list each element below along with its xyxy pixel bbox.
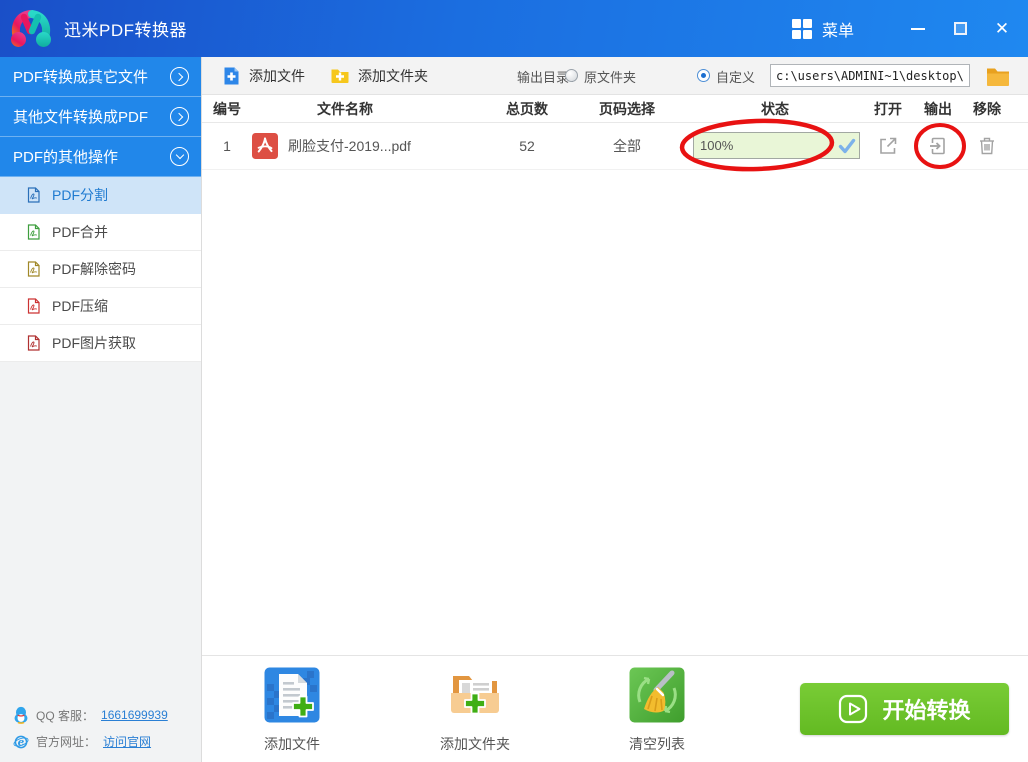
clear-list-label: 清空列表 [629, 736, 685, 752]
chevron-right-icon [170, 107, 189, 126]
sidebar-item-label: PDF压缩 [52, 298, 108, 314]
radio-custom[interactable] [697, 69, 710, 82]
qq-label: QQ 客服： [36, 708, 95, 723]
title-bar: 迅米PDF转换器 菜单 ✕ [0, 0, 1028, 57]
titlebar-controls: 菜单 ✕ [791, 0, 1028, 57]
progress-bar: 100% [693, 132, 860, 159]
chevron-right-icon [170, 67, 189, 86]
col-header-output: 输出 [924, 100, 952, 117]
menu-button[interactable]: 菜单 [791, 17, 854, 41]
qq-link[interactable]: 1661699939 [101, 708, 168, 722]
sidebar-group-label: PDF的其他操作 [13, 149, 119, 166]
col-header-page-select: 页码选择 [599, 100, 655, 117]
chevron-down-icon [170, 147, 189, 166]
bottom-bar: 添加文件 添加文件夹 清空列表 开始转换 [202, 655, 1028, 762]
main-panel: 添加文件 添加文件夹 输出目录： 原文件夹 自定义 编号 文件 [202, 57, 1028, 762]
sidebar-item-pdf-extract-images[interactable]: PDF图片获取 [0, 325, 201, 362]
sidebar-footer: QQ 客服： 1661699939 e 官方网址： 访问官网 [13, 697, 168, 750]
clear-list-icon [629, 667, 685, 723]
sidebar-item-pdf-merge[interactable]: PDF合并 [0, 214, 201, 251]
col-header-open: 打开 [874, 100, 902, 117]
start-convert-label: 开始转换 [882, 698, 971, 723]
bottom-add-folder-label: 添加文件夹 [440, 736, 510, 752]
website-ie-icon: e [13, 735, 29, 748]
menu-grid-icon [791, 18, 812, 39]
sidebar-group-pdf-to-other[interactable]: PDF转换成其它文件 [0, 57, 201, 97]
progress-value: 100% [700, 138, 734, 153]
add-file-icon [224, 67, 239, 85]
radio-custom-label[interactable]: 自定义 [716, 57, 755, 95]
add-folder-icon [331, 69, 349, 83]
table-header: 编号 文件名称 总页数 页码选择 状态 打开 输出 移除 [202, 95, 1028, 123]
row-pages: 52 [519, 138, 535, 154]
pdf-file-icon [27, 187, 40, 203]
app-title: 迅米PDF转换器 [64, 21, 187, 40]
file-cell: 刷脸支付-2019...pdf [252, 123, 411, 169]
col-header-status: 状态 [761, 100, 789, 117]
sidebar: PDF转换成其它文件 其他文件转换成PDF PDF的其他操作 PDF分割 PDF… [0, 57, 202, 762]
pdf-red-icon [252, 133, 278, 159]
sidebar-item-label: PDF解除密码 [52, 261, 136, 277]
sidebar-group-other-to-pdf[interactable]: 其他文件转换成PDF [0, 97, 201, 137]
row-number: 1 [223, 138, 231, 154]
col-header-pages: 总页数 [506, 100, 548, 117]
row-page-selection[interactable]: 全部 [587, 123, 667, 169]
sidebar-item-label: PDF图片获取 [52, 335, 136, 351]
sidebar-item-label: PDF合并 [52, 224, 108, 240]
bottom-add-file-button[interactable]: 添加文件 [232, 666, 352, 754]
close-button[interactable]: ✕ [986, 12, 1018, 46]
add-file-big-icon [264, 667, 320, 723]
pdf-file-icon [27, 224, 40, 240]
maximize-button[interactable] [944, 12, 976, 46]
add-folder-label: 添加文件夹 [358, 68, 428, 84]
menu-label: 菜单 [821, 22, 854, 40]
col-header-filename: 文件名称 [317, 100, 373, 117]
bottom-add-file-label: 添加文件 [264, 736, 320, 752]
sidebar-item-label: PDF分割 [52, 187, 108, 203]
add-file-label: 添加文件 [249, 68, 305, 84]
bottom-add-folder-button[interactable]: 添加文件夹 [415, 666, 535, 754]
clear-list-button[interactable]: 清空列表 [597, 666, 717, 754]
trash-icon[interactable] [976, 135, 998, 157]
add-folder-button[interactable]: 添加文件夹 [330, 57, 428, 95]
done-check-icon [838, 138, 856, 154]
col-header-remove: 移除 [973, 100, 1001, 117]
sidebar-group-label: 其他文件转换成PDF [13, 109, 149, 126]
file-name: 刷脸支付-2019...pdf [288, 138, 411, 154]
maximize-icon [953, 22, 967, 35]
output-path-input[interactable] [770, 64, 970, 87]
pdf-file-icon [27, 261, 40, 277]
add-file-button[interactable]: 添加文件 [222, 57, 305, 95]
radio-original-folder[interactable] [565, 69, 578, 82]
play-icon [839, 694, 868, 724]
website-label: 官方网址： [36, 735, 97, 749]
sidebar-item-pdf-remove-password[interactable]: PDF解除密码 [0, 251, 201, 288]
app-logo-icon [11, 9, 51, 47]
browse-folder-icon[interactable] [985, 64, 1011, 88]
qq-icon [14, 706, 28, 724]
toolbar: 添加文件 添加文件夹 输出目录： 原文件夹 自定义 [202, 57, 1028, 95]
radio-original-folder-label[interactable]: 原文件夹 [584, 57, 636, 95]
table-row: 1 刷脸支付-2019...pdf 52 全部 100% [202, 123, 1028, 170]
start-convert-button[interactable]: 开始转换 [800, 683, 1009, 735]
sidebar-item-pdf-compress[interactable]: PDF压缩 [0, 288, 201, 325]
app-window: 迅米PDF转换器 菜单 ✕ PDF转换成其它文件 其他文件转换成PDF PDF的… [0, 0, 1028, 762]
minimize-icon [911, 27, 925, 30]
output-folder-icon[interactable] [927, 135, 949, 157]
open-file-icon[interactable] [877, 135, 899, 157]
sidebar-item-pdf-split[interactable]: PDF分割 [0, 177, 201, 214]
pdf-file-icon [27, 335, 40, 351]
pdf-file-icon [27, 298, 40, 314]
sidebar-group-label: PDF转换成其它文件 [13, 69, 149, 86]
add-folder-big-icon [451, 676, 499, 715]
minimize-button[interactable] [902, 12, 934, 46]
website-link[interactable]: 访问官网 [103, 733, 151, 750]
sidebar-group-pdf-other-ops[interactable]: PDF的其他操作 [0, 137, 201, 177]
close-icon: ✕ [994, 19, 1010, 38]
